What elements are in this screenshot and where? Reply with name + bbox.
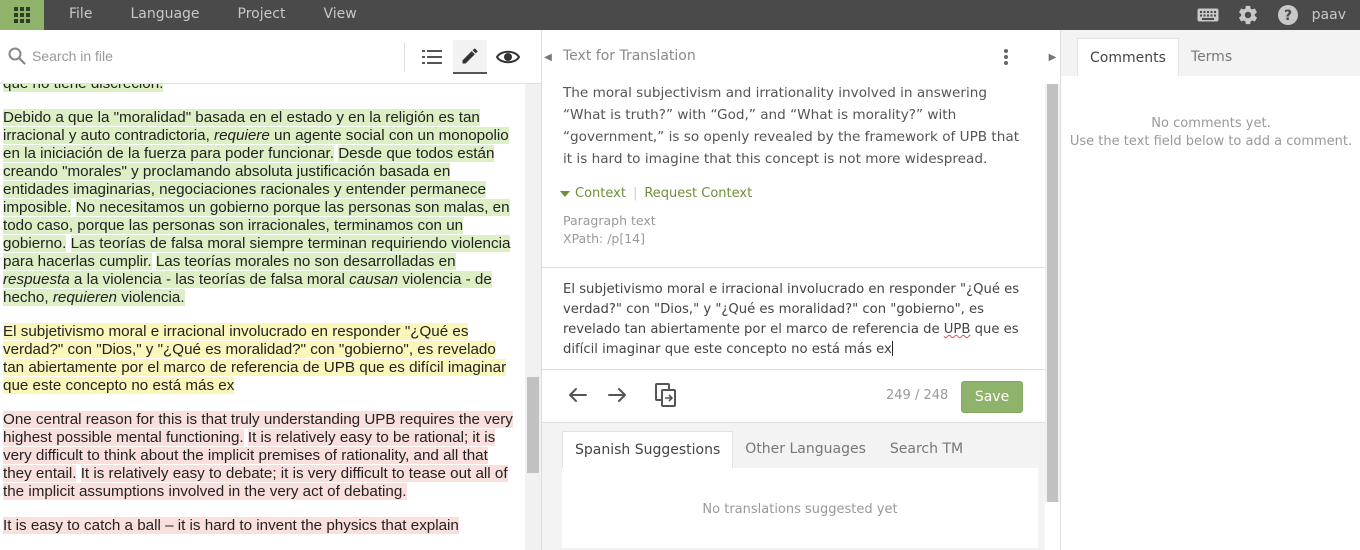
text-segment[interactable]: It is easy to catch a ball – it is hard … (3, 517, 459, 534)
eye-icon (496, 50, 520, 64)
text-segment[interactable]: requieren (52, 289, 117, 306)
keyboard-icon (1197, 8, 1219, 22)
comments-panel: Comments Terms No comments yet. Use the … (1060, 30, 1360, 550)
list-view-button[interactable] (415, 40, 449, 74)
keyboard-shortcuts-button[interactable] (1188, 0, 1228, 30)
suggestions-panel: Spanish Suggestions Other Languages Sear… (542, 422, 1045, 550)
translation-panel: ◀ ▶ Text for Translation The moral subje… (542, 30, 1060, 550)
paragraph-prev-cut: que no tiene discreción. (3, 84, 518, 93)
no-comments-message: No comments yet. Use the text field belo… (1061, 115, 1360, 151)
copy-source-button[interactable] (651, 380, 681, 410)
source-title: Text for Translation (563, 48, 696, 64)
text-segment[interactable]: a la violencia - las teorías de falsa mo… (69, 271, 350, 288)
suggestions-body: No translations suggested yet (562, 468, 1038, 548)
paragraph-type: Paragraph text (563, 213, 656, 228)
scrollbar-thumb[interactable] (527, 377, 539, 473)
svg-text:?: ? (1284, 8, 1292, 24)
context-meta: Paragraph text XPath: /p[14] (563, 212, 656, 248)
text-caret (891, 341, 893, 356)
search-in-file-input[interactable] (32, 44, 392, 68)
xpath-label: XPath: /p[14] (563, 231, 646, 246)
comments-tabs: Comments Terms (1077, 38, 1244, 76)
arrow-right-icon (608, 388, 626, 402)
document-panel: que no tiene discreción. Debido a que la… (0, 30, 542, 550)
document-paragraph[interactable]: El subjetivismo moral e irracional invol… (3, 323, 518, 395)
no-comments-title: No comments yet. (1151, 116, 1271, 131)
top-right-tools: ? paav (1188, 0, 1360, 30)
menu-project[interactable]: Project (219, 0, 305, 30)
text-segment[interactable]: violencia. (117, 289, 185, 306)
top-bar: File Language Project View ? paav (0, 0, 1360, 30)
view-mode-buttons (404, 40, 525, 74)
text-segment[interactable]: El subjetivismo moral e irracional invol… (3, 323, 507, 394)
document-scrollbar[interactable] (525, 84, 541, 550)
menu-language[interactable]: Language (111, 0, 218, 30)
text-segment[interactable]: requiere (214, 127, 270, 144)
character-counter: 249 / 248 (886, 388, 949, 403)
translation-scrollbar[interactable] (1045, 84, 1060, 502)
tab-other-languages[interactable]: Other Languages (733, 431, 878, 468)
apps-menu-button[interactable] (0, 0, 44, 30)
text-segment[interactable]: causan (349, 271, 399, 288)
tab-search-tm[interactable]: Search TM (878, 431, 975, 468)
misspelled-word: UPB (943, 322, 971, 337)
source-text: The moral subjectivism and irrationality… (563, 85, 1020, 167)
target-text[interactable]: El subjetivismo moral e irracional invol… (563, 280, 1029, 360)
preview-button[interactable] (491, 40, 525, 74)
no-comments-hint: Use the text field below to add a commen… (1069, 134, 1353, 149)
tab-comments[interactable]: Comments (1077, 38, 1179, 76)
document-paragraph[interactable]: One central reason for this is that trul… (3, 411, 518, 501)
divider (404, 42, 405, 72)
tab-terms[interactable]: Terms (1179, 38, 1244, 76)
collapse-left-arrow-icon[interactable]: ◀ (542, 30, 554, 84)
settings-button[interactable] (1228, 0, 1268, 30)
search-bar (0, 30, 541, 84)
comments-tabs-bar: Comments Terms (1061, 30, 1360, 76)
document-paragraphs: que no tiene discreción. Debido a que la… (3, 84, 518, 550)
context-row: Context | Request Context (560, 186, 752, 201)
menu-view[interactable]: View (304, 0, 375, 30)
text-segment (66, 235, 70, 252)
document-paragraph[interactable]: Debido a que la "moralidad" basada en el… (3, 109, 518, 307)
document-paragraph[interactable]: It is easy to catch a ball – it is hard … (3, 517, 518, 535)
text-segment[interactable]: Las teorías morales no son desarrolladas… (155, 253, 456, 270)
main-menu: File Language Project View (50, 0, 376, 30)
previous-segment-button[interactable] (563, 380, 593, 410)
suggestion-tabs: Spanish Suggestions Other Languages Sear… (562, 431, 975, 468)
help-icon: ? (1277, 5, 1298, 25)
tab-spanish-suggestions[interactable]: Spanish Suggestions (562, 431, 734, 468)
more-options-icon[interactable] (998, 46, 1014, 68)
next-segment-button[interactable] (602, 380, 632, 410)
scrollbar-thumb[interactable] (1047, 84, 1058, 502)
context-toggle[interactable]: Context (575, 186, 626, 201)
list-icon (422, 50, 442, 64)
text-segment[interactable]: respuesta (3, 271, 70, 288)
arrow-left-icon (569, 388, 587, 402)
text-segment (71, 199, 75, 216)
no-suggestions-message: No translations suggested yet (702, 502, 898, 517)
edit-view-button[interactable] (453, 40, 487, 74)
grid-icon (14, 7, 30, 23)
user-menu[interactable]: paav (1308, 1, 1360, 29)
collapse-right-arrow-icon[interactable]: ▶ (1045, 30, 1060, 84)
document-content: que no tiene discreción. Debido a que la… (0, 84, 525, 550)
translation-editor[interactable]: El subjetivismo moral e irracional invol… (542, 267, 1045, 370)
help-button[interactable]: ? (1268, 0, 1308, 30)
editor-actions: 249 / 248 Save (542, 370, 1045, 422)
gear-icon (1238, 5, 1257, 25)
save-button[interactable]: Save (961, 381, 1023, 413)
pencil-icon (462, 48, 478, 64)
menu-file[interactable]: File (50, 0, 111, 30)
cut-text: que no tiene discreción. (3, 84, 164, 92)
request-context-link[interactable]: Request Context (644, 186, 752, 201)
copy-source-icon (655, 383, 676, 407)
caret-down-icon (560, 190, 570, 197)
search-icon (8, 47, 26, 69)
separator: | (632, 186, 638, 201)
